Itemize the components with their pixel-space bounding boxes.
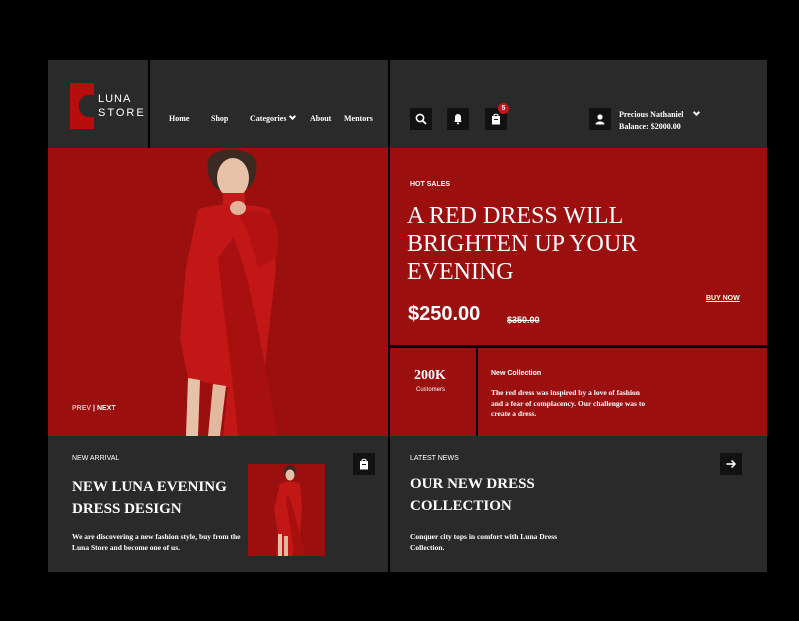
user-balance: Balance: $2000.00 [619, 122, 681, 131]
brand-name: LUNA STORE [98, 92, 146, 120]
model-in-red-dress-image [180, 149, 279, 436]
logo-mark-icon [70, 83, 94, 129]
next-button[interactable]: NEXT [97, 405, 116, 412]
new-arrival-tag: NEW ARRIVAL [72, 455, 120, 462]
brand-logo[interactable]: LUNA STORE [70, 83, 150, 131]
old-price: $350.00 [507, 315, 540, 325]
brand-line-1: LUNA [98, 93, 132, 105]
hero-image-panel [48, 148, 388, 436]
search-button[interactable] [410, 108, 432, 130]
new-arrival-description: We are discovering a new fashion style, … [72, 532, 241, 552]
latest-news-next-button[interactable] [720, 453, 742, 475]
nav-about[interactable]: About [310, 114, 331, 123]
latest-news-tag: LATEST NEWS [410, 455, 459, 462]
hero-title: A RED DRESS WILL BRIGHTEN UP YOUR EVENIN… [407, 203, 638, 285]
prev-button[interactable]: PREV [72, 405, 91, 412]
customers-count: 200K [414, 368, 446, 383]
hot-sales-tag: HOT SALES [410, 181, 451, 188]
current-price: $250.00 [408, 303, 481, 325]
customers-label: Customers [416, 387, 446, 393]
cart-count-badge: 5 [498, 103, 509, 114]
latest-news-title: OUR NEW DRESS COLLECTION [410, 476, 535, 514]
search-icon [415, 113, 427, 125]
bell-icon [454, 114, 462, 125]
latest-news-description: Conquer city tops in comfort with Luna D… [410, 532, 558, 552]
hero-pagination: PREV | NEXT [72, 405, 116, 412]
notifications-button[interactable] [447, 108, 469, 130]
shopping-bag-icon [492, 113, 500, 125]
nav-home[interactable]: Home [169, 114, 189, 123]
buy-now-link[interactable]: BUY NOW [706, 295, 740, 302]
collection-title: New Collection [491, 370, 542, 377]
collection-description: The red dress was inspired by a love of … [491, 388, 646, 418]
add-to-bag-button[interactable] [353, 453, 375, 475]
nav-categories[interactable]: Categories [250, 112, 297, 123]
model-thumbnail-image [274, 465, 306, 556]
brand-line-2: STORE [98, 107, 146, 119]
shopping-bag-icon [360, 458, 368, 470]
user-name: Precious Nathaniel [619, 110, 684, 119]
new-arrival-image[interactable] [248, 464, 325, 556]
arrow-right-icon [726, 459, 737, 469]
nav-shop[interactable]: Shop [211, 114, 228, 123]
nav-categories-label: Categories [250, 114, 287, 123]
pagination-divider: | [93, 405, 95, 412]
chevron-down-icon [289, 112, 297, 121]
nav-mentors[interactable]: Mentors [344, 114, 373, 123]
user-icon [595, 114, 605, 125]
new-arrival-title: NEW LUNA EVENING DRESS DESIGN [72, 479, 227, 517]
avatar[interactable] [589, 108, 611, 130]
